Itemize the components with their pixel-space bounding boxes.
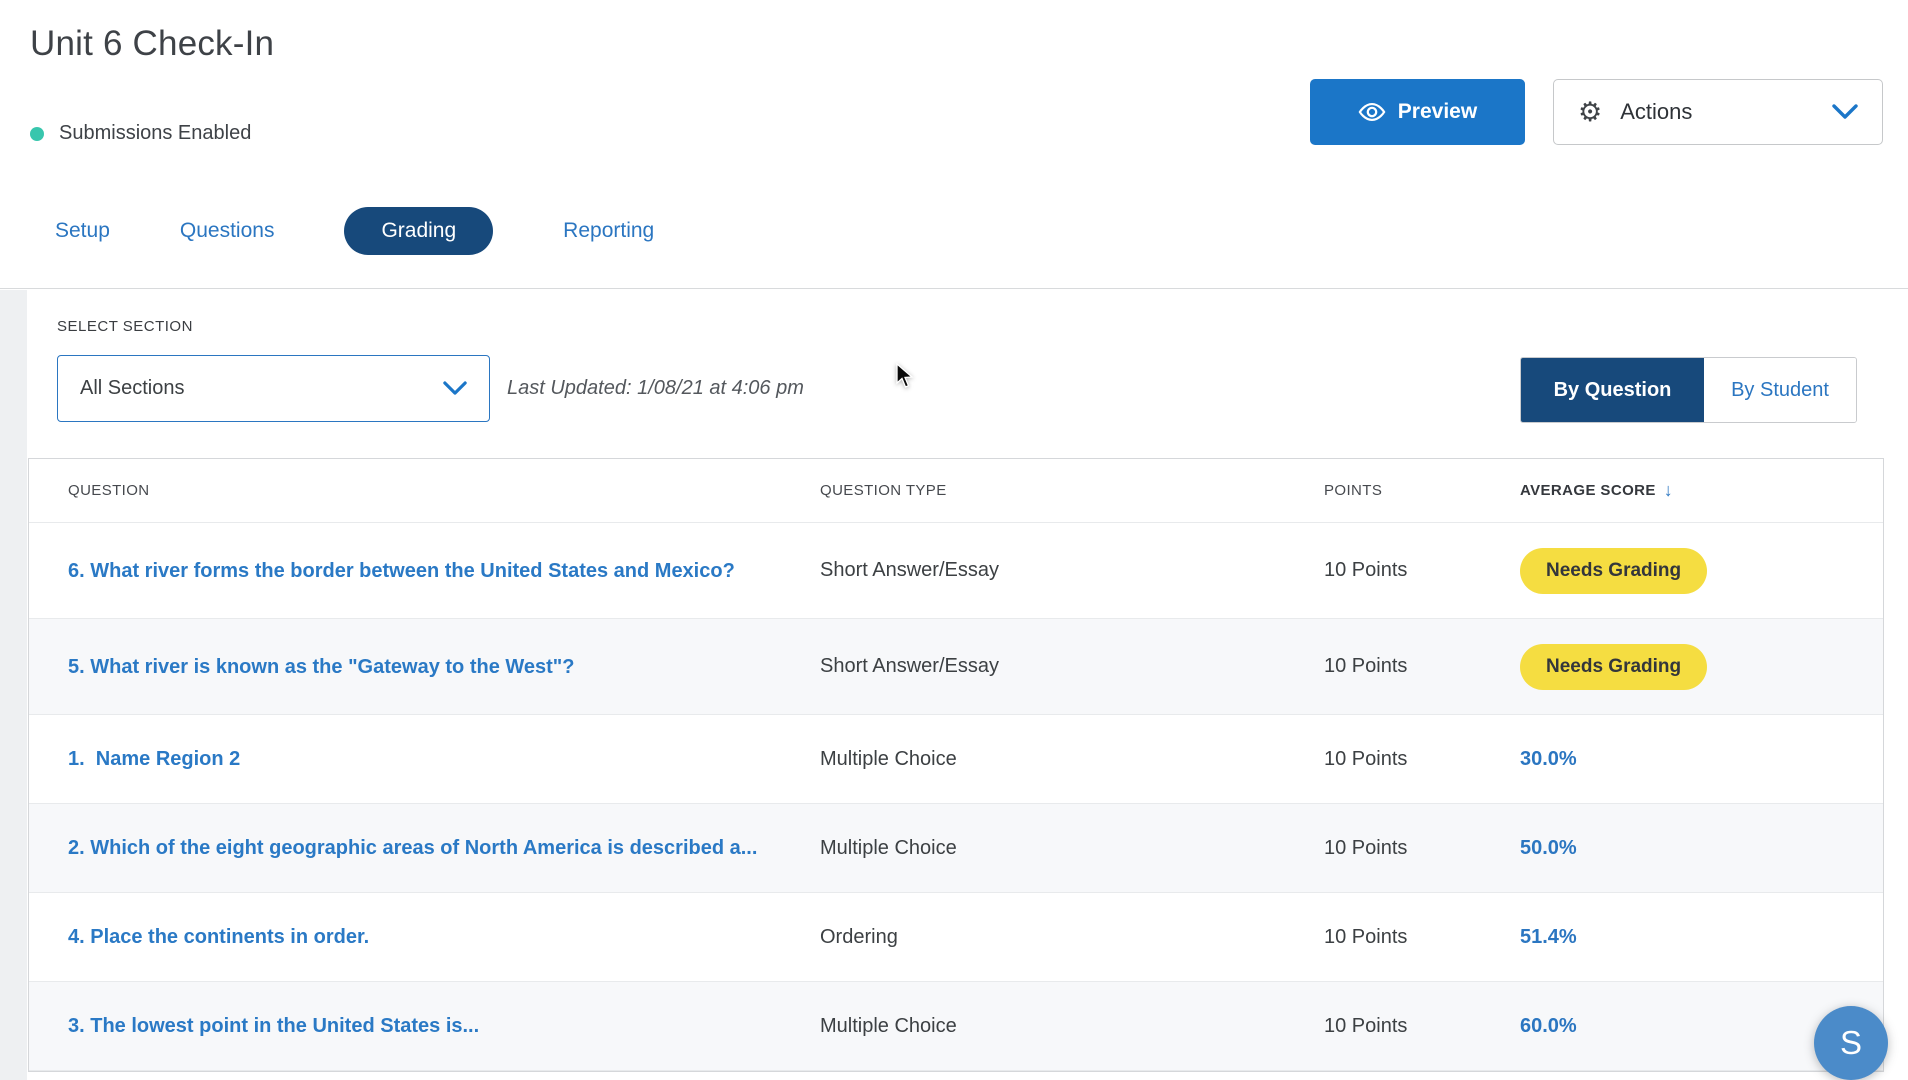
question-type: Short Answer/Essay [820,559,1324,582]
chevron-down-icon [443,381,467,396]
points-value: 10 Points [1324,926,1520,949]
column-header-average-score[interactable]: AVERAGE SCORE ↓ [1520,480,1883,501]
table-row: 3. The lowest point in the United States… [29,982,1883,1071]
assessment-grading-page: Unit 6 Check-In Submissions Enabled Prev… [0,0,1908,1080]
gear-icon: ⚙ [1578,99,1602,126]
question-type: Multiple Choice [820,837,1324,860]
by-student-toggle[interactable]: By Student [1704,358,1856,422]
submissions-status: Submissions Enabled [30,122,251,145]
points-value: 10 Points [1324,655,1520,678]
question-link[interactable]: 4. Place the continents in order. [68,924,369,950]
tab-grading[interactable]: Grading [344,207,493,255]
last-updated-text: Last Updated: 1/08/21 at 4:06 pm [507,377,804,400]
question-type: Multiple Choice [820,1015,1324,1038]
preview-button[interactable]: Preview [1310,79,1525,145]
points-value: 10 Points [1324,559,1520,582]
average-score-value: 30.0% [1520,748,1577,770]
user-avatar[interactable]: S [1814,1006,1888,1080]
average-score-value: 60.0% [1520,1015,1577,1037]
needs-grading-badge: Needs Grading [1520,548,1707,594]
actions-button[interactable]: ⚙ Actions [1553,79,1883,145]
column-header-points[interactable]: POINTS [1324,482,1520,499]
column-header-question[interactable]: QUESTION [29,482,820,499]
table-row: 2. Which of the eight geographic areas o… [29,804,1883,893]
avatar-initial: S [1840,1024,1862,1062]
by-question-toggle[interactable]: By Question [1521,358,1704,422]
preview-button-label: Preview [1398,100,1477,124]
tab-bar: Setup Questions Grading Reporting [55,205,654,257]
points-value: 10 Points [1324,748,1520,771]
column-header-question-type[interactable]: QUESTION TYPE [820,482,1324,499]
page-title: Unit 6 Check-In [30,24,274,64]
average-score-value: 51.4% [1520,926,1577,948]
question-link[interactable]: 2. Which of the eight geographic areas o… [68,835,757,861]
question-type: Multiple Choice [820,748,1324,771]
chevron-down-icon [1832,104,1858,120]
view-toggle: By Question By Student [1520,357,1857,423]
tab-reporting[interactable]: Reporting [563,219,654,243]
status-dot-icon [30,127,44,141]
select-section-label: SELECT SECTION [57,318,193,335]
table-row: 1. Name Region 2 Multiple Choice 10 Poin… [29,715,1883,804]
mouse-cursor-icon [895,363,919,389]
question-link[interactable]: 6. What river forms the border between t… [68,558,735,584]
actions-button-label: Actions [1620,99,1692,125]
points-value: 10 Points [1324,837,1520,860]
tab-setup[interactable]: Setup [55,219,110,243]
sort-descending-icon: ↓ [1664,480,1673,501]
eye-icon [1358,98,1386,126]
question-type: Ordering [820,926,1324,949]
section-select[interactable]: All Sections [57,355,490,422]
left-gutter [0,290,27,1080]
status-label: Submissions Enabled [59,122,251,145]
table-header-row: QUESTION QUESTION TYPE POINTS AVERAGE SC… [29,459,1883,523]
points-value: 10 Points [1324,1015,1520,1038]
needs-grading-badge: Needs Grading [1520,644,1707,690]
question-type: Short Answer/Essay [820,655,1324,678]
tab-questions[interactable]: Questions [180,219,275,243]
question-link[interactable]: 5. What river is known as the "Gateway t… [68,654,575,680]
question-link[interactable]: 3. The lowest point in the United States… [68,1013,479,1039]
page-header: Unit 6 Check-In Submissions Enabled Prev… [0,0,1908,289]
question-link[interactable]: 1. Name Region 2 [68,746,240,772]
table-row: 4. Place the continents in order. Orderi… [29,893,1883,982]
table-row: 6. What river forms the border between t… [29,523,1883,619]
section-select-value: All Sections [80,377,185,400]
questions-table: QUESTION QUESTION TYPE POINTS AVERAGE SC… [28,458,1884,1072]
table-row: 5. What river is known as the "Gateway t… [29,619,1883,715]
average-score-value: 50.0% [1520,837,1577,859]
